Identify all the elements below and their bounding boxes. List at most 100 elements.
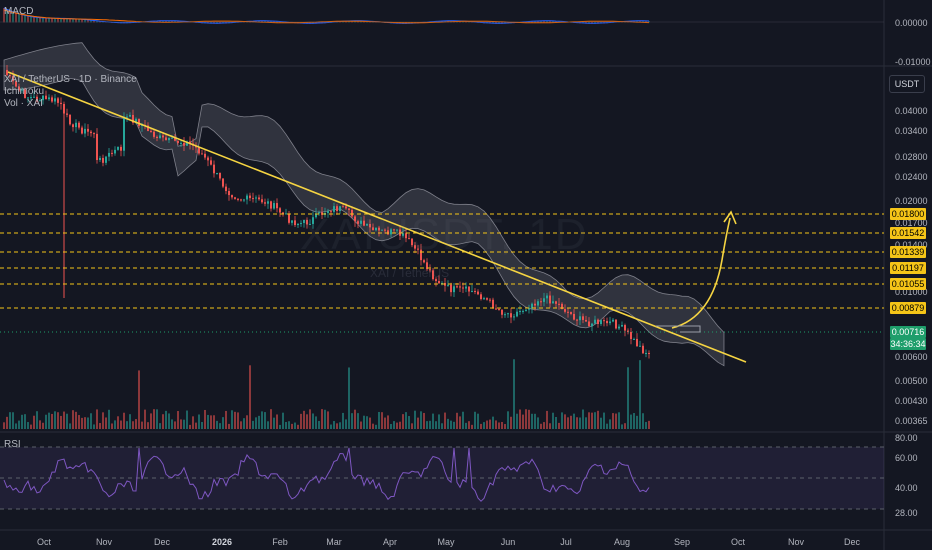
price-axis-tick: 0.03400 [895, 126, 928, 136]
volume-bar [441, 423, 443, 429]
volume-bar [282, 412, 284, 429]
volume-bar [336, 423, 338, 429]
volume-bar [249, 365, 251, 429]
volume-bar [243, 418, 245, 429]
volume-bar [183, 419, 185, 429]
volume-bar [648, 420, 650, 429]
time-axis-label: Oct [730, 537, 746, 547]
volume-bar [621, 424, 623, 429]
volume-bar [624, 423, 626, 429]
volume-bar [510, 416, 512, 429]
volume-bar [276, 414, 278, 429]
volume-bar [315, 416, 317, 429]
candle [69, 114, 71, 126]
currency-button[interactable]: USDT [889, 75, 925, 93]
volume-bar [198, 414, 200, 429]
volume-bar [501, 421, 503, 429]
rsi-axis-tick: 28.00 [895, 508, 918, 518]
volume-bar [519, 409, 521, 429]
volume-bar [393, 421, 395, 429]
volume-bar [225, 410, 227, 429]
volume-bar [177, 411, 179, 429]
volume-bar [471, 424, 473, 429]
volume-bar [555, 417, 557, 429]
volume-bar [234, 411, 236, 429]
volume-bar [30, 424, 32, 429]
volume-bar [408, 416, 410, 429]
price-badge: 0.00716 [890, 326, 926, 338]
price-axis-tick: 0.00500 [895, 376, 928, 386]
time-axis-label: Mar [326, 537, 342, 547]
volume-bar [498, 422, 500, 429]
volume-bar [435, 421, 437, 429]
price-axis-tick: 0.02000 [895, 196, 928, 206]
volume-bar [216, 420, 218, 429]
volume-bar [375, 424, 377, 429]
volume-bar [591, 412, 593, 429]
volume-bar [210, 415, 212, 429]
time-axis-label: Dec [843, 537, 861, 547]
volume-bar [180, 419, 182, 429]
symbol-watermark: XAIUSDT, 1D [300, 210, 589, 259]
volume-bar [261, 411, 263, 429]
volume-bar [582, 409, 584, 429]
price-axis-tick: 0.02400 [895, 172, 928, 182]
time-axis-label: Sep [673, 537, 691, 547]
volume-bar [279, 424, 281, 429]
volume-bar [339, 422, 341, 429]
time-axis-label: Feb [272, 537, 288, 547]
volume-bar [72, 410, 74, 429]
price-axis-tick: 0.04000 [895, 106, 928, 116]
volume-bar [492, 416, 494, 429]
volume-bar [318, 420, 320, 429]
volume-bar [324, 409, 326, 429]
volume-bar [75, 411, 77, 429]
volume-bar [6, 416, 8, 429]
volume-bar [399, 421, 401, 429]
price-badge: 0.00879 [890, 302, 926, 314]
volume-bar [117, 416, 119, 429]
volume-bar [495, 420, 497, 429]
macd-histogram-bar [36, 17, 38, 23]
volume-bar [630, 414, 632, 429]
volume-bar [84, 417, 86, 429]
volume-bar [570, 415, 572, 429]
volume-bar [96, 409, 98, 429]
volume-bar [228, 423, 230, 429]
volume-bar [369, 417, 371, 429]
volume-bar [273, 417, 275, 429]
volume-bar [447, 418, 449, 429]
volume-bar [39, 420, 41, 429]
volume-bar [360, 421, 362, 429]
volume-bar [105, 417, 107, 429]
volume-bar [306, 414, 308, 429]
volume-bar [288, 421, 290, 429]
time-axis-label: Nov [787, 537, 805, 547]
price-badge: 0.01197 [890, 262, 926, 274]
macd-histogram-bar [30, 16, 32, 23]
volume-bar [69, 423, 71, 429]
volume-label: Vol · XAI [4, 98, 43, 109]
volume-bar [9, 412, 11, 429]
volume-bar [51, 413, 53, 429]
volume-bar [459, 416, 461, 429]
volume-bar [606, 423, 608, 429]
volume-bar [267, 421, 269, 429]
volume-bar [573, 413, 575, 429]
volume-bar [438, 414, 440, 429]
volume-bar [237, 412, 239, 429]
chart-canvas[interactable] [0, 0, 932, 550]
rsi-label: RSI [4, 439, 21, 450]
volume-bar [372, 423, 374, 429]
volume-bar [483, 422, 485, 429]
volume-bar [558, 422, 560, 429]
volume-bar [453, 421, 455, 429]
volume-bar [450, 420, 452, 429]
volume-bar [204, 409, 206, 429]
volume-bar [252, 420, 254, 429]
volume-bar [48, 412, 50, 429]
volume-bar [45, 414, 47, 429]
volume-bar [111, 423, 113, 429]
volume-bar [66, 413, 68, 429]
time-axis-label: Dec [153, 537, 171, 547]
